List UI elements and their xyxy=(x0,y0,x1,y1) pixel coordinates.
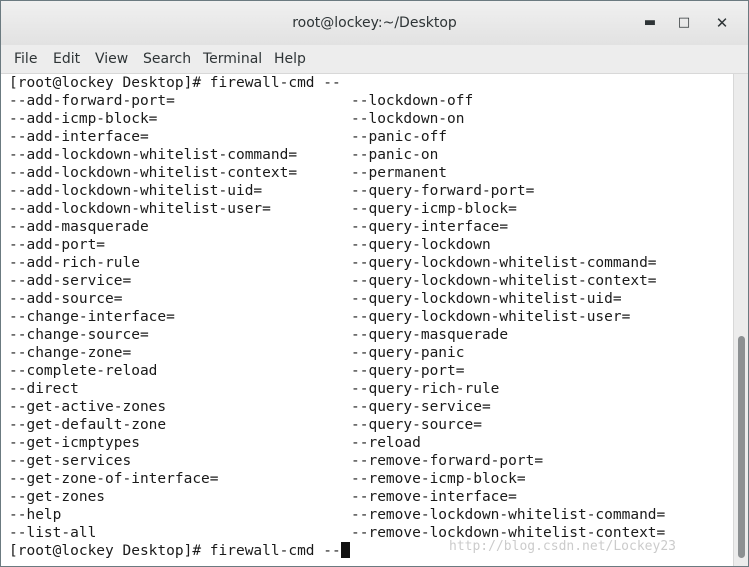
menu-edit[interactable]: Edit xyxy=(53,51,80,67)
completion-option-left: --get-services xyxy=(9,453,132,469)
completion-option-right: --remove-icmp-block= xyxy=(351,471,526,487)
text-cursor xyxy=(340,542,350,558)
completion-option-right: --reload xyxy=(351,435,421,451)
completion-option-left: --get-active-zones xyxy=(9,399,167,415)
completion-option-left: --add-forward-port= xyxy=(9,93,175,109)
completion-option-left: --add-source= xyxy=(9,291,123,307)
menu-terminal[interactable]: Terminal xyxy=(203,51,262,67)
completion-option-right: --remove-interface= xyxy=(351,489,517,505)
completion-option-left: --get-zone-of-interface= xyxy=(9,471,219,487)
completion-option-right: --query-icmp-block= xyxy=(351,201,517,217)
completion-option-right: --panic-off xyxy=(351,129,448,145)
window-title: root@lockey:~/Desktop xyxy=(292,15,457,31)
completion-option-right: --query-port= xyxy=(351,363,465,379)
completion-option-right: --query-masquerade xyxy=(351,327,509,343)
completion-option-left: --add-interface= xyxy=(9,129,149,145)
completion-option-left: --add-lockdown-whitelist-command= xyxy=(9,147,298,163)
minimize-button[interactable]: ▬ xyxy=(639,13,661,33)
maximize-button[interactable]: □ xyxy=(673,13,695,33)
completion-option-right: --query-lockdown-whitelist-command= xyxy=(351,255,657,271)
current-prompt-text: [root@lockey Desktop]# firewall-cmd -- xyxy=(9,543,341,559)
completion-option-right: --lockdown-on xyxy=(351,111,465,127)
completion-option-left: --add-service= xyxy=(9,273,132,289)
completion-option-right: --query-lockdown-whitelist-context= xyxy=(351,273,657,289)
completion-option-right: --query-source= xyxy=(351,417,482,433)
close-icon: ✕ xyxy=(715,14,729,32)
first-prompt-line: [root@lockey Desktop]# firewall-cmd -- xyxy=(9,75,341,91)
scrollbar-thumb[interactable] xyxy=(738,336,745,558)
menu-help[interactable]: Help xyxy=(274,51,306,67)
title-bar[interactable]: root@lockey:~/Desktop ▬ □ ✕ xyxy=(1,1,748,46)
menu-search[interactable]: Search xyxy=(143,51,191,67)
completion-option-left: --complete-reload xyxy=(9,363,158,379)
terminal-output[interactable]: [root@lockey Desktop]# firewall-cmd -- -… xyxy=(1,74,733,566)
completion-option-right: --query-panic xyxy=(351,345,465,361)
completion-option-left: --get-icmptypes xyxy=(9,435,140,451)
completion-option-right: --remove-lockdown-whitelist-command= xyxy=(351,507,666,523)
minimize-icon: ▬ xyxy=(643,15,657,30)
vertical-scrollbar[interactable] xyxy=(733,74,748,566)
completion-option-left: --direct xyxy=(9,381,79,397)
completion-option-right: --query-interface= xyxy=(351,219,509,235)
completion-option-left: --list-all xyxy=(9,525,97,541)
close-button[interactable]: ✕ xyxy=(711,13,733,33)
completion-option-left: --add-lockdown-whitelist-context= xyxy=(9,165,298,181)
completion-option-left: --add-rich-rule xyxy=(9,255,140,271)
menu-file[interactable]: File xyxy=(14,51,37,67)
current-prompt-line[interactable]: [root@lockey Desktop]# firewall-cmd -- xyxy=(9,542,350,560)
completion-option-right: --permanent xyxy=(351,165,448,181)
completion-option-left: --add-port= xyxy=(9,237,106,253)
completion-option-left: --change-interface= xyxy=(9,309,175,325)
completion-option-right: --panic-on xyxy=(351,147,439,163)
completion-option-left: --get-zones xyxy=(9,489,106,505)
completion-option-left: --get-default-zone xyxy=(9,417,167,433)
completion-option-right: --query-rich-rule xyxy=(351,381,500,397)
completion-option-right: --query-service= xyxy=(351,399,491,415)
maximize-icon: □ xyxy=(677,15,691,30)
completion-option-right: --remove-forward-port= xyxy=(351,453,544,469)
completion-option-right: --query-lockdown-whitelist-user= xyxy=(351,309,631,325)
completion-option-left: --help xyxy=(9,507,62,523)
completion-option-left: --add-lockdown-whitelist-uid= xyxy=(9,183,263,199)
completion-option-right: --query-lockdown-whitelist-uid= xyxy=(351,291,622,307)
completion-option-left: --add-masquerade xyxy=(9,219,149,235)
menu-view[interactable]: View xyxy=(95,51,128,67)
completion-option-left: --add-icmp-block= xyxy=(9,111,158,127)
completion-option-right: --query-forward-port= xyxy=(351,183,535,199)
completion-option-right: --query-lockdown xyxy=(351,237,491,253)
completion-option-right: --lockdown-off xyxy=(351,93,474,109)
terminal-window: root@lockey:~/Desktop ▬ □ ✕ File Edit Vi… xyxy=(0,0,749,567)
completion-option-left: --add-lockdown-whitelist-user= xyxy=(9,201,271,217)
completion-option-left: --change-source= xyxy=(9,327,149,343)
menu-bar: File Edit View Search Terminal Help xyxy=(1,45,748,74)
completion-option-left: --change-zone= xyxy=(9,345,132,361)
watermark: http://blog.csdn.net/Lockey23 xyxy=(449,539,676,554)
